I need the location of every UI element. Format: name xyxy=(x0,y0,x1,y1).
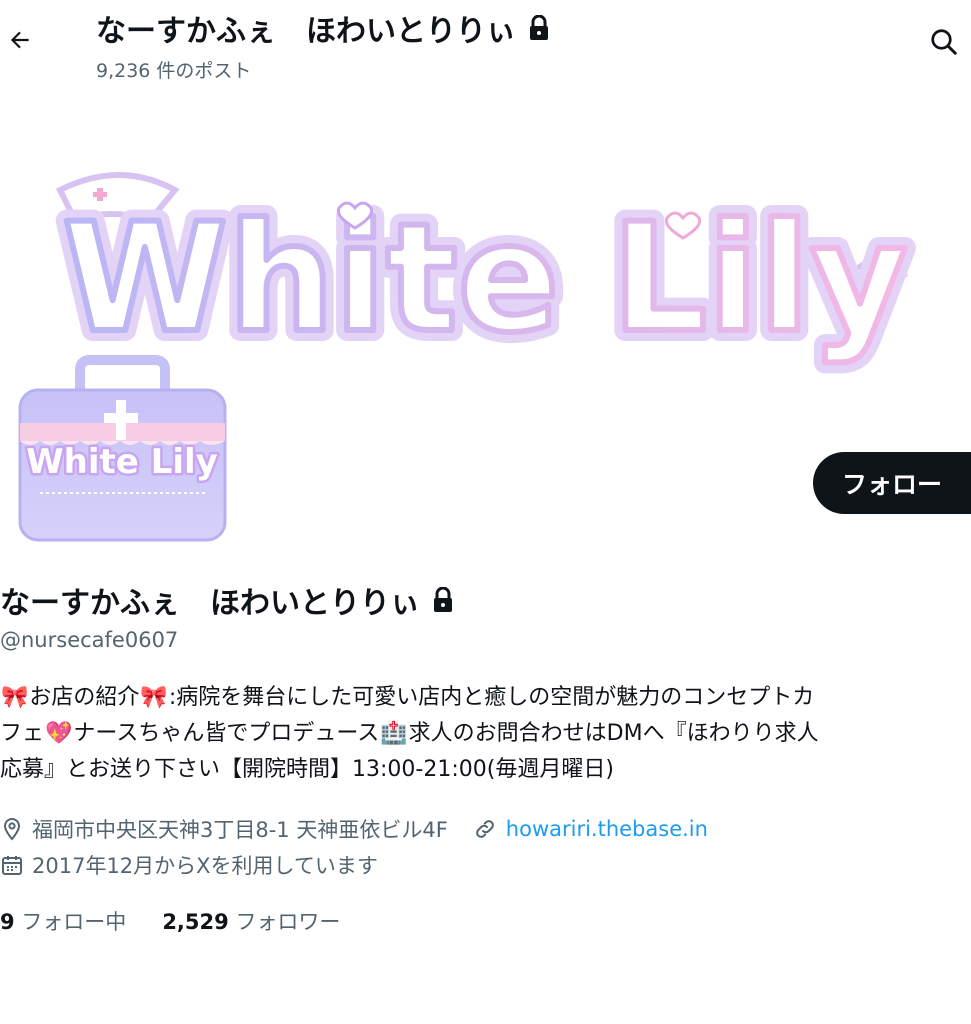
location-pin-icon xyxy=(3,817,21,841)
avatar-medical-bag: White Lily White Lily xyxy=(18,355,227,542)
heart-emoji: 💖 xyxy=(45,721,73,746)
top-bar: なーすかふぇ ほわいとりりぃ 9,236 件のポスト xyxy=(0,0,971,90)
profile-bio: 🎀 お店の紹介 🎀 :病院を舞台にした可愛い店内と癒しの空間が魅力のコンセプトカ… xyxy=(0,680,971,788)
bio-line: フェ 💖 ナースちゃん皆でプロデュース 🏥 求人のお問合わせはDMへ『ほわりり求… xyxy=(0,716,971,752)
following-link[interactable]: 9 フォロー中 xyxy=(0,906,126,936)
profile-location-row: 福岡市中央区天神3丁目8-1 天神亜依ビル4F howariri.thebase… xyxy=(0,814,708,844)
back-button[interactable] xyxy=(0,18,40,62)
arrow-left-icon xyxy=(10,31,29,49)
bio-text: 求人のお問合わせはDMへ『ほわりり求人 xyxy=(408,721,819,746)
search-icon xyxy=(931,29,957,55)
bio-text: ナースちゃん皆でプロデュース xyxy=(73,721,380,746)
profile-website-link[interactable]: howariri.thebase.in xyxy=(506,817,708,841)
profile-name: なーすかふぇ ほわいとりりぃ xyxy=(0,578,454,622)
followers-count: 2,529 xyxy=(162,910,229,934)
calendar-icon xyxy=(2,856,22,875)
header-title-text: なーすかふぇ ほわいとりりぃ xyxy=(96,14,516,49)
bio-text: :病院を舞台にした可愛い店内と癒しの空間が魅力のコンセプトカ xyxy=(168,685,815,710)
ribbon-emoji: 🎀 xyxy=(1,685,29,710)
banner-logo-text: White Lily xyxy=(62,192,908,366)
bio-line: 🎀 お店の紹介 🎀 :病院を舞台にした可愛い店内と癒しの空間が魅力のコンセプトカ xyxy=(0,680,971,716)
profile-avatar[interactable]: White Lily White Lily xyxy=(0,345,250,545)
post-count: 9,236 件のポスト xyxy=(96,60,252,82)
following-count: 9 xyxy=(0,910,15,934)
profile-name-text: なーすかふぇ ほわいとりりぃ xyxy=(0,586,420,621)
bio-text: お店の紹介 xyxy=(29,685,140,710)
hospital-emoji: 🏥 xyxy=(380,721,408,746)
lock-icon xyxy=(530,15,548,40)
header-title: なーすかふぇ ほわいとりりぃ xyxy=(96,6,550,50)
bio-line: 応募』とお送り下さい【開院時間】13:00-21:00(毎週月曜日) xyxy=(0,757,614,782)
search-button[interactable] xyxy=(922,20,966,64)
avatar-logo-text: White Lily xyxy=(26,442,218,482)
follow-stats: 9 フォロー中 2,529 フォロワー xyxy=(0,906,340,936)
profile-location: 福岡市中央区天神3丁目8-1 天神亜依ビル4F xyxy=(32,818,448,842)
profile-joined-row: 2017年12月からXを利用しています xyxy=(0,850,378,880)
lock-icon xyxy=(434,587,452,612)
bio-text: フェ xyxy=(0,721,45,746)
following-label: フォロー中 xyxy=(21,910,127,934)
link-icon xyxy=(475,820,494,838)
followers-link[interactable]: 2,529 フォロワー xyxy=(162,906,340,936)
followers-label: フォロワー xyxy=(235,910,341,934)
ribbon-emoji: 🎀 xyxy=(140,685,168,710)
follow-button[interactable]: フォロー xyxy=(813,452,971,514)
profile-joined: 2017年12月からXを利用しています xyxy=(32,854,378,878)
profile-handle: @nursecafe0607 xyxy=(0,628,179,652)
